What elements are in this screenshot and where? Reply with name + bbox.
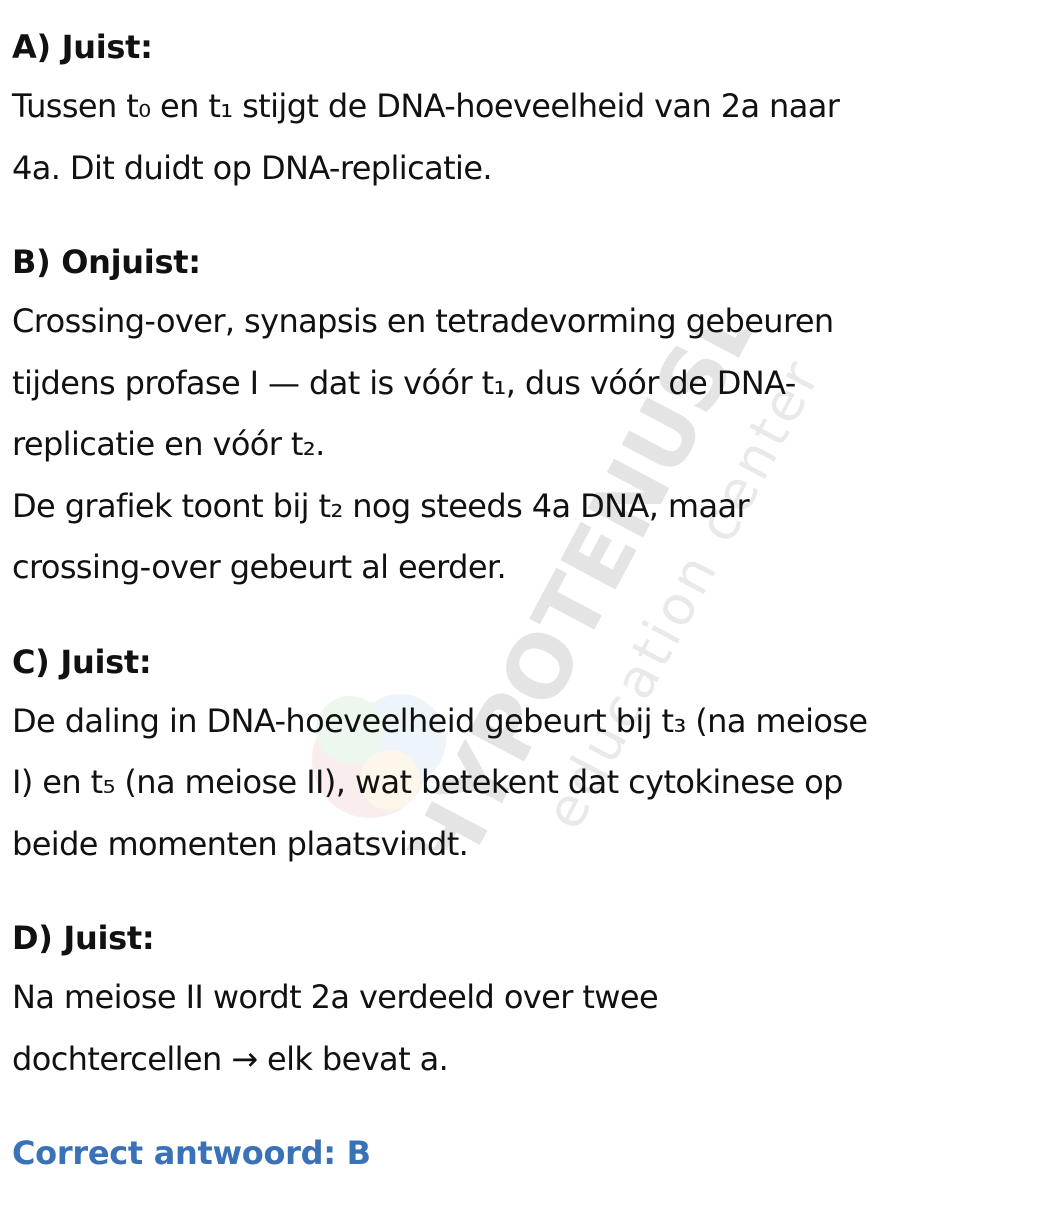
section-heading: C) Juist:	[12, 642, 152, 681]
section-line: Tussen t₀ en t₁ stijgt de DNA-hoeveelhei…	[12, 87, 840, 125]
section-heading: D) Juist:	[12, 919, 155, 957]
section-line: 4a. Dit duidt op DNA-replicatie.	[12, 148, 493, 187]
section-line: crossing-over gebeurt al eerder.	[12, 548, 507, 586]
correct-answer: Correct antwoord: B	[12, 1134, 371, 1172]
section-line: replicatie en vóór t₂.	[12, 425, 325, 463]
section-line: Na meiose II wordt 2a verdeeld over twee	[12, 978, 659, 1016]
section-heading: A) Juist:	[12, 28, 153, 66]
section-c: C) Juist: De daling in DNA-hoeveelheid g…	[12, 633, 1048, 876]
section-line: De daling in DNA-hoeveelheid gebeurt bij…	[12, 701, 868, 740]
section-b: B) Onjuist: Crossing-over, synapsis en t…	[12, 233, 1048, 599]
section-line: Crossing-over, synapsis en tetradevormin…	[12, 302, 834, 340]
section-line: De grafiek toont bij t₂ nog steeds 4a DN…	[12, 486, 750, 525]
section-heading: B) Onjuist:	[12, 243, 201, 281]
section-d: D) Juist: Na meiose II wordt 2a verdeeld…	[12, 909, 1048, 1090]
answer-explanation: A) Juist: Tussen t₀ en t₁ stijgt de DNA-…	[12, 18, 1048, 1214]
section-line: beide momenten plaatsvindt.	[12, 824, 469, 863]
section-a: A) Juist: Tussen t₀ en t₁ stijgt de DNA-…	[12, 18, 1048, 199]
section-line: dochtercellen → elk bevat a.	[12, 1039, 449, 1078]
section-line: I) en t₅ (na meiose II), wat betekent da…	[12, 763, 843, 801]
section-line: tijdens profase I — dat is vóór t₁, dus …	[12, 363, 796, 402]
